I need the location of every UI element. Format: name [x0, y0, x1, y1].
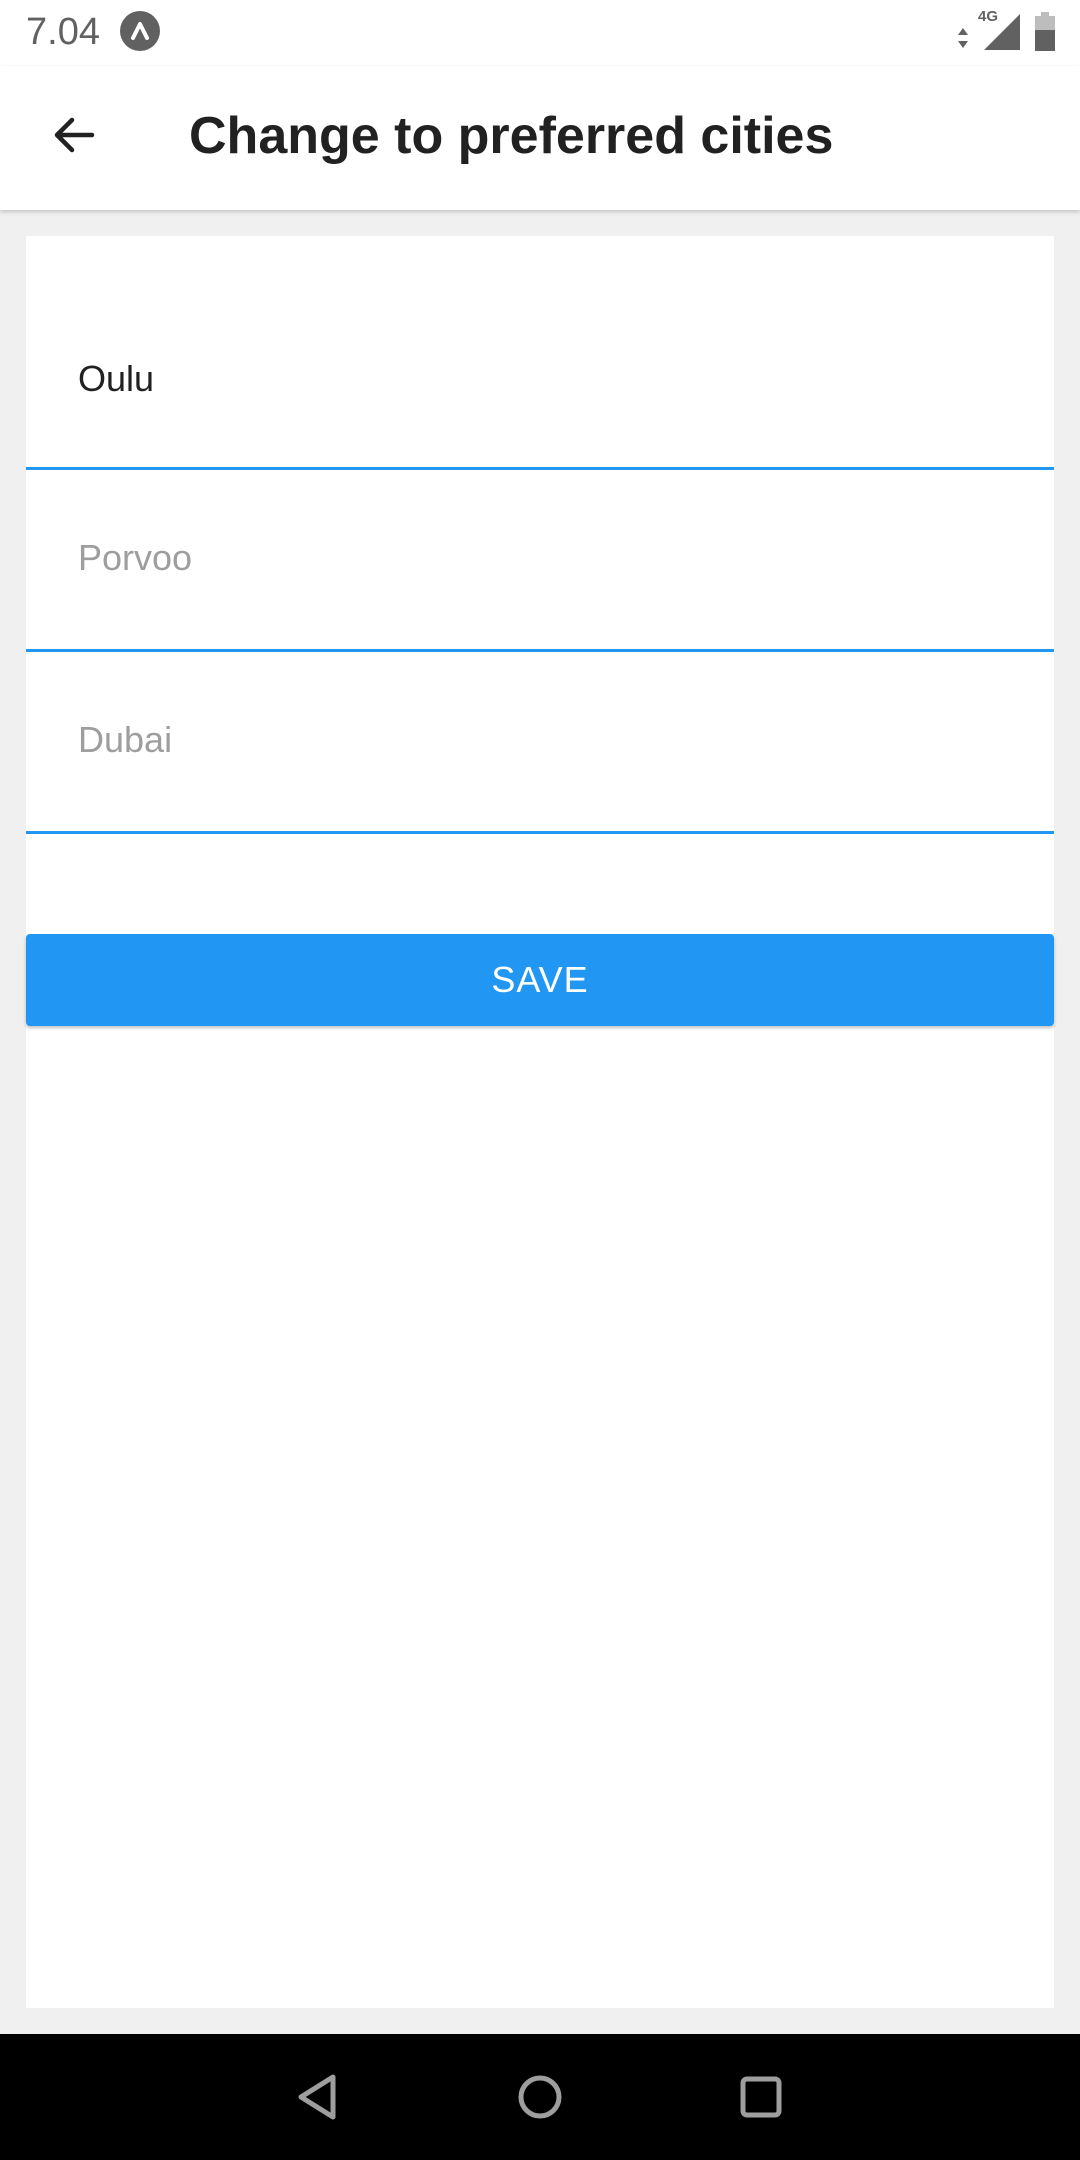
back-triangle-icon [295, 2073, 343, 2121]
city-field-2 [26, 470, 1054, 652]
page-title: Change to preferred cities [189, 107, 834, 165]
status-bar: 7.04 4G [0, 0, 1080, 66]
status-icons: 4G [956, 8, 1056, 52]
cellular-signal-icon: 4G [978, 8, 1024, 52]
city-field-1 [26, 236, 1054, 470]
nav-home-button[interactable] [508, 2065, 572, 2129]
battery-icon [1034, 12, 1056, 52]
city-input-2[interactable] [78, 533, 1018, 583]
network-type-label: 4G [978, 8, 999, 25]
nav-back-button[interactable] [287, 2065, 351, 2129]
home-circle-icon [516, 2073, 564, 2121]
nav-recents-button[interactable] [729, 2065, 793, 2129]
status-time: 7.04 [26, 11, 100, 53]
arrow-back-icon [50, 111, 98, 159]
data-arrows-icon [956, 24, 970, 52]
app-notification-icon [120, 11, 160, 51]
app-bar: Change to preferred cities [0, 66, 1080, 210]
city-input-3[interactable] [78, 715, 1018, 765]
city-input-1[interactable] [78, 354, 1018, 404]
save-button[interactable]: SAVE [26, 934, 1054, 1026]
cities-card [26, 236, 1054, 2008]
city-field-3 [26, 652, 1054, 834]
recents-square-icon [737, 2073, 785, 2121]
back-button[interactable] [34, 100, 114, 170]
system-nav-bar [0, 2034, 1080, 2160]
